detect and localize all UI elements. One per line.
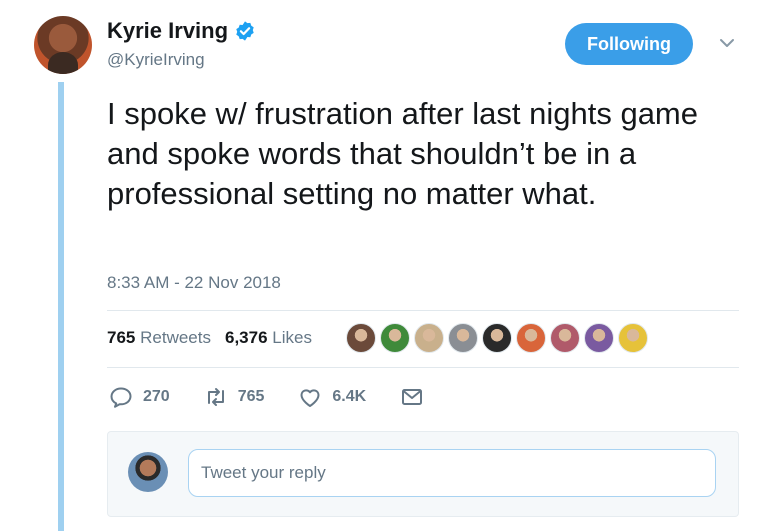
liker-avatars bbox=[346, 323, 648, 353]
liker-avatar[interactable] bbox=[516, 323, 546, 353]
divider bbox=[107, 310, 739, 311]
liker-avatar[interactable] bbox=[550, 323, 580, 353]
likes-count: 6,376 bbox=[224, 328, 268, 347]
tweet-text: I spoke w/ frustration after last nights… bbox=[107, 96, 698, 211]
tweet-header: Kyrie Irving @KyrieIrving bbox=[107, 18, 256, 70]
divider bbox=[107, 367, 739, 368]
like-count: 6.4K bbox=[332, 388, 367, 405]
reply-count: 270 bbox=[143, 388, 170, 405]
liker-avatar[interactable] bbox=[414, 323, 444, 353]
retweet-count: 765 bbox=[237, 388, 265, 405]
reply-input[interactable] bbox=[188, 449, 716, 497]
like-button[interactable]: 6.4K bbox=[298, 386, 366, 408]
verified-badge-icon bbox=[236, 21, 254, 41]
retweets-label: Retweets bbox=[140, 328, 211, 347]
retweet-button[interactable]: 765 bbox=[204, 386, 265, 408]
liker-avatar[interactable] bbox=[448, 323, 478, 353]
chevron-down-icon[interactable] bbox=[718, 36, 736, 50]
liker-avatar[interactable] bbox=[346, 323, 376, 353]
reply-button[interactable]: 270 bbox=[109, 386, 170, 408]
liker-avatar[interactable] bbox=[584, 323, 614, 353]
tweet-timestamp[interactable]: 8:33 AM - 22 Nov 2018 bbox=[107, 273, 281, 293]
author-avatar[interactable] bbox=[34, 16, 92, 74]
liker-avatar[interactable] bbox=[482, 323, 512, 353]
author-handle[interactable]: @KyrieIrving bbox=[107, 50, 256, 70]
author-display-name[interactable]: Kyrie Irving bbox=[107, 18, 228, 44]
liker-avatar[interactable] bbox=[380, 323, 410, 353]
likes-stat[interactable]: 6,376 Likes bbox=[225, 328, 312, 348]
direct-message-button[interactable] bbox=[400, 386, 424, 408]
reply-icon bbox=[110, 387, 132, 408]
likes-label: Likes bbox=[272, 328, 312, 347]
thread-line bbox=[58, 82, 64, 531]
retweets-stat[interactable]: 765 Retweets bbox=[107, 328, 211, 348]
liker-avatar[interactable] bbox=[618, 323, 648, 353]
envelope-icon bbox=[402, 389, 423, 405]
user-avatar[interactable] bbox=[128, 452, 168, 492]
retweet-icon bbox=[207, 388, 224, 406]
heart-icon bbox=[300, 389, 320, 407]
tweet-stats: 765 Retweets 6,376 Likes bbox=[107, 328, 312, 348]
following-button[interactable]: Following bbox=[565, 23, 693, 65]
retweets-count: 765 bbox=[107, 328, 136, 347]
tweet-actions: 270 765 6.4K bbox=[109, 386, 458, 408]
